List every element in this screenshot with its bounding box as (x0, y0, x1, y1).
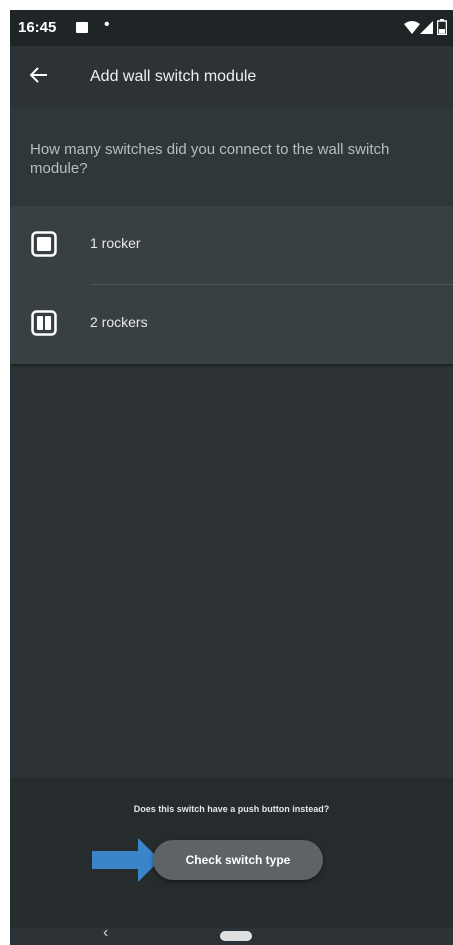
nav-home-button[interactable] (220, 931, 252, 941)
status-bar: 16:45 • (10, 10, 453, 46)
check-switch-type-button[interactable]: Check switch type (153, 840, 323, 880)
annotation-arrow-icon (92, 838, 160, 882)
arrow-left-icon[interactable] (30, 66, 48, 84)
push-button-question: Does this switch have a push button inst… (133, 804, 330, 814)
option-1-rocker[interactable]: 1 rocker (10, 206, 453, 285)
options-list: 1 rocker 2 rockers (10, 206, 453, 364)
option-label: 2 rockers (90, 314, 148, 330)
question-text: How many switches did you connect to the… (30, 141, 390, 177)
phone-screen: 16:45 • Add wall switch module How many … (10, 10, 453, 945)
page-title: Add wall switch module (90, 68, 257, 85)
nav-back-button[interactable]: ‹ (103, 924, 108, 942)
navigation-bar: ‹ (10, 924, 453, 945)
battery-icon (437, 19, 447, 35)
double-rocker-icon (31, 310, 57, 336)
question-section: How many switches did you connect to the… (10, 108, 453, 206)
status-time: 16:45 (18, 19, 57, 36)
bottom-panel: Does this switch have a push button inst… (10, 778, 453, 928)
single-rocker-icon (31, 231, 57, 257)
option-2-rockers[interactable]: 2 rockers (10, 285, 453, 363)
app-bar: Add wall switch module (10, 46, 453, 108)
wifi-icon (404, 21, 420, 34)
notification-dot: • (104, 16, 110, 33)
signal-icon (420, 21, 433, 34)
option-label: 1 rocker (90, 235, 141, 251)
image-icon (76, 22, 88, 33)
